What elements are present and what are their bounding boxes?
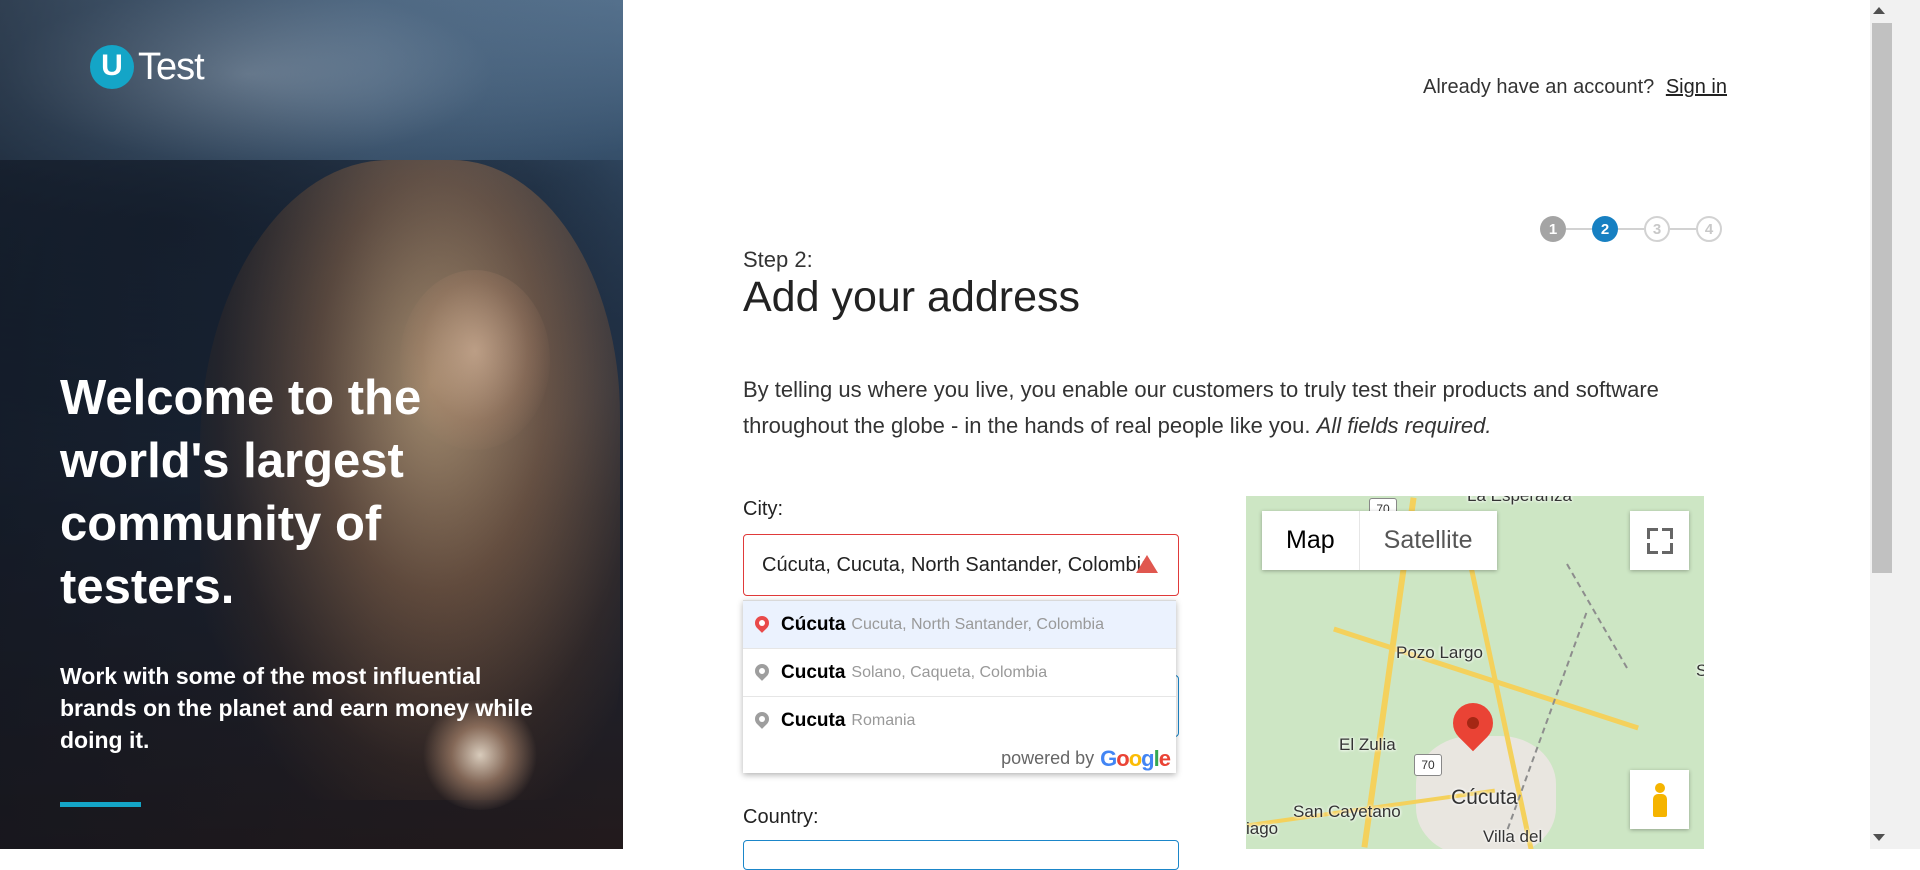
step-3: 3 — [1644, 216, 1670, 242]
autocomplete-main: Cúcuta — [781, 613, 846, 635]
map-tab-map[interactable]: Map — [1262, 511, 1359, 570]
autocomplete-item[interactable]: Cucuta Solano, Caqueta, Colombia — [743, 648, 1176, 696]
powered-by-google: powered by Google — [743, 744, 1176, 773]
autocomplete-secondary: Cucuta, North Santander, Colombia — [851, 615, 1104, 633]
description-text: By telling us where you live, you enable… — [743, 377, 1659, 438]
hero-subtitle: Work with some of the most influential b… — [60, 663, 533, 753]
fullscreen-icon — [1646, 527, 1673, 554]
step-4: 4 — [1696, 216, 1722, 242]
autocomplete-item[interactable]: Cucuta Romania — [743, 696, 1176, 744]
scroll-down-arrow-icon[interactable] — [1873, 834, 1885, 841]
autocomplete-main: Cucuta — [781, 661, 846, 683]
signin-prompt-text: Already have an account? — [1423, 76, 1655, 98]
map-label-cucuta: Cúcuta — [1451, 786, 1518, 809]
logo-mark-icon: U — [90, 45, 134, 89]
map-label: La Esperanza — [1467, 496, 1572, 506]
city-autocomplete: Cúcuta Cucuta, North Santander, Colombia… — [743, 600, 1176, 773]
step-connector — [1618, 228, 1644, 230]
city-label: City: — [743, 498, 783, 520]
map-label: S — [1696, 661, 1704, 680]
autocomplete-secondary: Solano, Caqueta, Colombia — [851, 663, 1048, 681]
page-title: Add your address — [743, 273, 1081, 321]
scroll-up-arrow-icon[interactable] — [1873, 7, 1885, 14]
street-view-button[interactable] — [1630, 770, 1689, 829]
country-select[interactable] — [743, 840, 1179, 870]
location-pin-icon — [752, 708, 772, 729]
warning-icon — [1136, 555, 1158, 573]
map-label: Pozo Largo — [1396, 643, 1483, 662]
city-input[interactable]: Cúcuta, Cucuta, North Santander, Colombi… — [743, 534, 1179, 596]
location-pin-icon — [752, 612, 772, 633]
map-type-control: Map Satellite — [1262, 511, 1497, 570]
map-label: iago — [1246, 819, 1279, 838]
google-logo: Google — [1100, 745, 1171, 771]
autocomplete-main: Cucuta — [781, 709, 846, 731]
form-description: By telling us where you live, you enable… — [743, 372, 1763, 444]
step-label: Step 2: — [743, 247, 813, 272]
pegman-icon — [1652, 782, 1667, 817]
step-2: 2 — [1592, 216, 1618, 242]
map-border — [1566, 563, 1628, 669]
logo-word: Test — [138, 45, 205, 88]
step-indicator: 1 2 3 4 — [1540, 216, 1722, 242]
step-connector — [1670, 228, 1696, 230]
autocomplete-item[interactable]: Cúcuta Cucuta, North Santander, Colombia — [743, 601, 1176, 648]
map-label: Villa del — [1483, 827, 1543, 846]
highway-shield: 70 — [1414, 754, 1442, 776]
map-label: San Cayetano — [1293, 802, 1401, 821]
map-label: El Zulia — [1339, 735, 1396, 754]
country-label: Country: — [743, 806, 819, 828]
map-tab-satellite[interactable]: Satellite — [1358, 511, 1497, 570]
signin-link[interactable]: Sign in — [1666, 76, 1727, 98]
scrollbar-thumb[interactable] — [1872, 23, 1892, 573]
city-input-value: Cúcuta, Cucuta, North Santander, Colombi… — [762, 553, 1153, 576]
required-note: All fields required. — [1316, 413, 1492, 438]
step-1: 1 — [1540, 216, 1566, 242]
utest-logo[interactable]: U Test — [90, 45, 205, 89]
signin-prompt: Already have an account? Sign in — [1423, 76, 1727, 99]
hero-accent-bar — [60, 802, 141, 807]
autocomplete-secondary: Romania — [851, 711, 916, 729]
powered-by-text: powered by — [1001, 748, 1095, 768]
hero-title: Welcome to the world's largest community… — [60, 371, 422, 614]
step-connector — [1566, 228, 1592, 230]
fullscreen-button[interactable] — [1630, 511, 1689, 570]
location-pin-icon — [752, 660, 772, 681]
